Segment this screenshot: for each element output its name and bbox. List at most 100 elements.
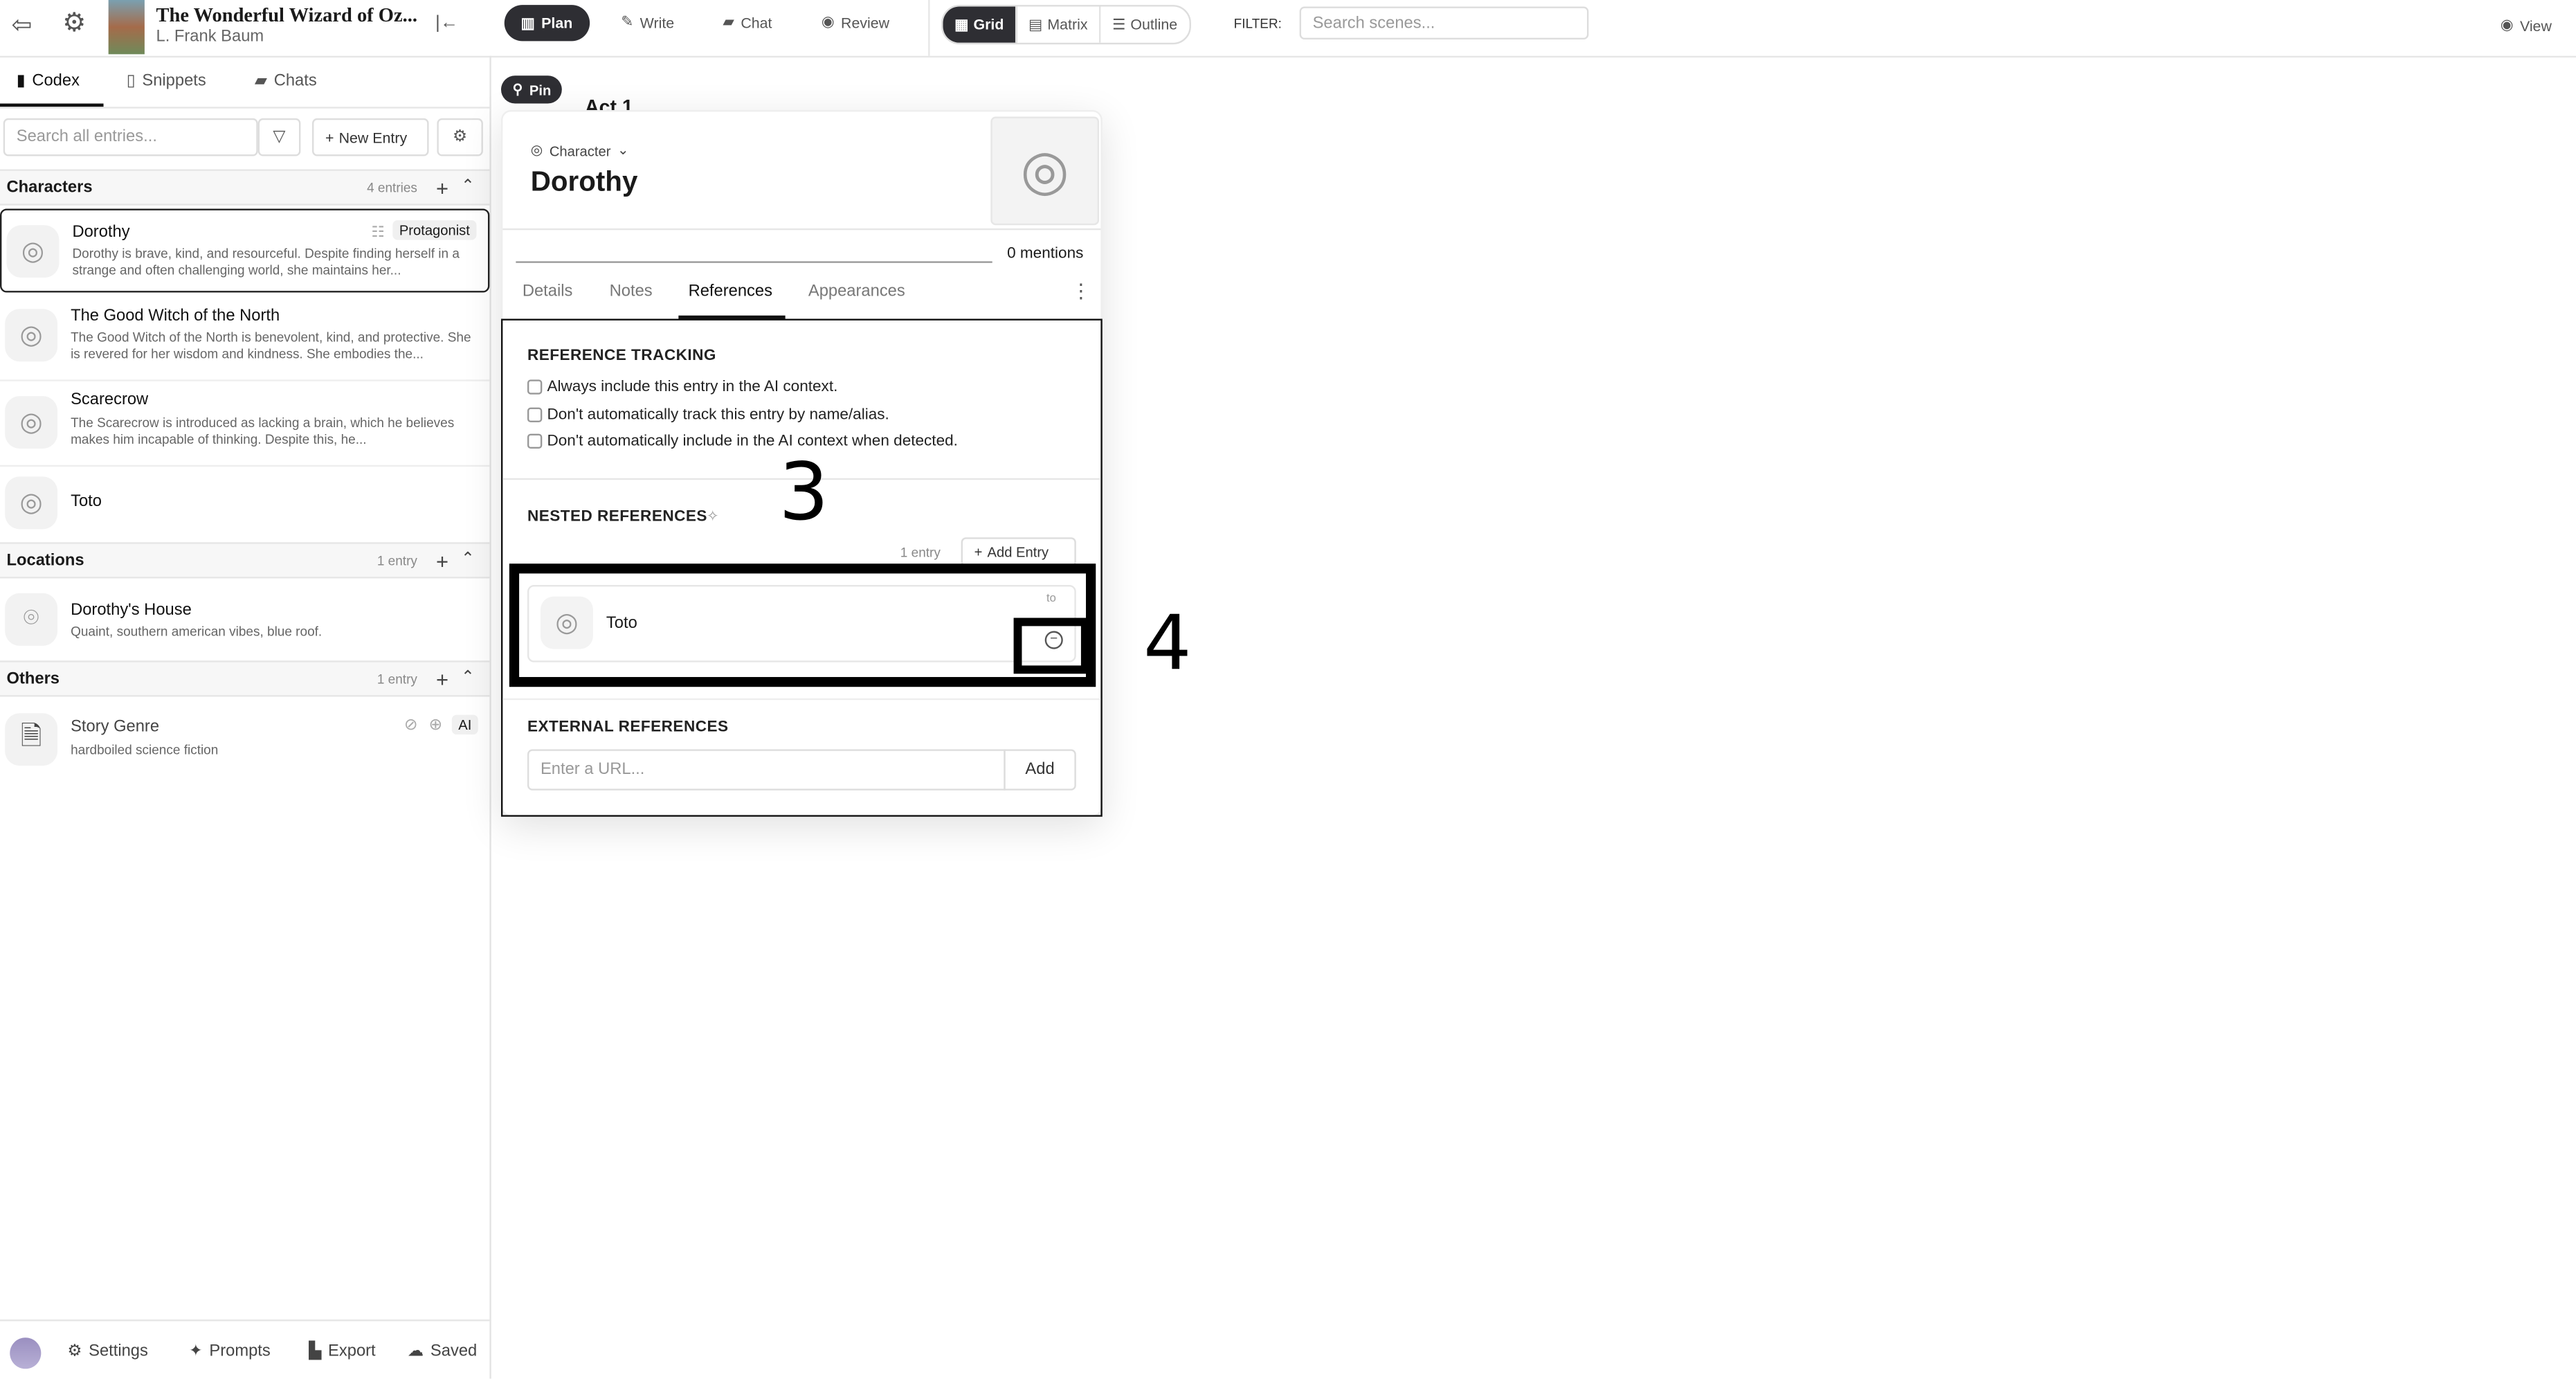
view-label: View — [2519, 17, 2552, 34]
view-button[interactable]: ◉ View — [2501, 17, 2552, 35]
entry-description: Dorothy is brave, kind, and resourceful.… — [72, 246, 460, 278]
tab-codex[interactable]: ▮ Codex — [17, 72, 80, 90]
annotation-label-3: 3 — [779, 447, 829, 539]
chevron-up-icon[interactable]: ⌃ — [461, 550, 475, 568]
checkbox-label: Always include this entry in the AI cont… — [547, 377, 838, 397]
book-title: The Wonderful Wizard of Oz... — [156, 3, 417, 26]
pin-button[interactable]: ⚲ Pin — [500, 75, 563, 104]
view-outline[interactable]: ☰ Outline — [1101, 6, 1189, 42]
filter-button[interactable]: ▽ — [257, 118, 301, 156]
person-circle-icon: ◎ — [530, 141, 543, 158]
checkbox[interactable] — [527, 433, 543, 449]
chevron-down-icon: ⌄ — [617, 141, 629, 158]
character-avatar-icon: ◎ — [5, 309, 58, 362]
entry-title[interactable]: Dorothy — [531, 166, 638, 199]
entry-tag: Protagonist — [392, 220, 477, 240]
checkbox-label: Don't automatically track this entry by … — [547, 406, 889, 424]
pin-label: Pin — [529, 81, 552, 98]
entry-type-dropdown[interactable]: ◎ Character ⌄ — [531, 141, 629, 159]
back-icon[interactable]: ⇦ — [12, 13, 33, 38]
more-options-icon[interactable]: ⋮ — [1071, 280, 1091, 303]
add-entry-button[interactable]: + Add Entry — [961, 537, 1076, 567]
list-item[interactable]: ◎ Toto — [0, 467, 489, 542]
checkbox[interactable] — [527, 407, 543, 423]
view-grid[interactable]: ▦ Grid — [943, 6, 1017, 43]
saved-label: Saved — [430, 1342, 478, 1361]
add-icon[interactable]: + — [436, 176, 448, 201]
add-url-button[interactable]: Add — [1004, 749, 1076, 791]
plan-icon: ▥ — [520, 14, 535, 30]
saved-status: ☁ Saved — [408, 1342, 478, 1360]
gear-icon[interactable]: ⚙ — [62, 10, 86, 38]
add-icon[interactable]: + — [436, 549, 448, 574]
settings-button[interactable]: ⚙ Settings — [67, 1342, 148, 1360]
add-icon[interactable]: + — [436, 667, 448, 692]
section-others[interactable]: Others 1 entry + ⌃ — [0, 660, 490, 697]
checkbox-always-include[interactable]: Always include this entry in the AI cont… — [527, 378, 837, 396]
location-pin-icon: ⌾ — [5, 593, 58, 646]
collapse-sidebar-icon[interactable]: |← — [435, 14, 458, 33]
tab-appearances[interactable]: Appearances — [808, 282, 905, 300]
chevron-up-icon[interactable]: ⌃ — [461, 177, 475, 195]
list-item[interactable]: 🗎 Story Genre hardboiled science fiction… — [0, 696, 489, 775]
user-avatar[interactable] — [10, 1337, 42, 1369]
entry-image-placeholder[interactable]: ◎ — [990, 116, 1100, 226]
plus-icon: + — [325, 129, 334, 146]
prompts-button[interactable]: ✦ Prompts — [189, 1342, 271, 1360]
checkbox-dont-track[interactable]: Don't automatically track this entry by … — [527, 406, 889, 424]
entry-name: The Good Witch of the North — [71, 307, 280, 325]
entry-name: Dorothy — [72, 223, 130, 242]
checkbox[interactable] — [527, 379, 543, 395]
section-title: Characters — [6, 179, 93, 197]
list-item[interactable]: ◎ Scarecrow The Scarecrow is introduced … — [0, 381, 490, 467]
view-matrix-label: Matrix — [1047, 16, 1088, 33]
export-button[interactable]: ▙ Export — [309, 1342, 375, 1360]
codex-settings-button[interactable]: ⚙ — [437, 118, 483, 156]
tab-codex-label: Codex — [32, 72, 80, 91]
tab-references[interactable]: References — [689, 282, 772, 300]
nav-review-label: Review — [841, 14, 890, 30]
grid-icon: ▦ — [954, 15, 969, 33]
sparkle-icon[interactable]: ✧ — [707, 507, 719, 525]
entry-description: The Scarecrow is introduced as lacking a… — [71, 415, 455, 447]
nav-chat[interactable]: ▰ Chat — [723, 13, 772, 31]
eye-off-icon: ⊘ — [403, 716, 418, 735]
document-icon: 🗎 — [5, 713, 58, 766]
section-locations[interactable]: Locations 1 entry + ⌃ — [0, 542, 490, 579]
entry-description: Quaint, southern american vibes, blue ro… — [71, 624, 323, 640]
tab-snippets[interactable]: ▯ Snippets — [127, 72, 206, 90]
nav-plan[interactable]: ▥ Plan — [504, 5, 590, 42]
entry-name: Dorothy's House — [71, 601, 192, 620]
list-item[interactable]: ◎ The Good Witch of the North The Good W… — [0, 296, 490, 381]
matrix-icon: ▤ — [1028, 15, 1043, 33]
cloud-check-icon: ☁ — [407, 1342, 424, 1361]
tab-chats-label: Chats — [273, 72, 317, 91]
scene-search-input[interactable]: Search scenes... — [1299, 6, 1589, 39]
tab-notes[interactable]: Notes — [610, 282, 653, 300]
chevron-up-icon[interactable]: ⌃ — [461, 669, 475, 687]
top-bar: ⇦ ⚙ The Wonderful Wizard of Oz... L. Fra… — [0, 0, 2576, 58]
chat-icon: ▰ — [723, 12, 734, 30]
tab-snippets-label: Snippets — [142, 72, 206, 91]
nav-write[interactable]: ✎ Write — [621, 13, 674, 31]
tab-chats[interactable]: ▰ Chats — [255, 72, 317, 90]
codex-search-input[interactable]: Search all entries... — [3, 118, 258, 156]
book-cover — [108, 0, 145, 55]
checkbox-dont-include[interactable]: Don't automatically include in the AI co… — [527, 432, 958, 450]
list-item[interactable]: ⌾ Dorothy's House Quaint, southern ameri… — [0, 579, 489, 661]
section-characters[interactable]: Characters 4 entries + ⌃ — [0, 169, 490, 206]
entry-name: Story Genre — [71, 718, 160, 737]
character-avatar-icon: ◎ — [5, 396, 58, 449]
entry-description: The Good Witch of the North is benevolen… — [71, 330, 471, 362]
url-input[interactable]: Enter a URL... — [527, 749, 1006, 791]
section-count: 1 entry — [377, 672, 417, 687]
view-matrix[interactable]: ▤ Matrix — [1017, 6, 1101, 43]
book-author: L. Frank Baum — [156, 28, 264, 46]
list-item[interactable]: ◎ Dorothy ☷ Protagonist Dorothy is brave… — [0, 208, 490, 293]
divider — [0, 1319, 490, 1322]
alias-input[interactable] — [516, 261, 992, 263]
tab-details[interactable]: Details — [523, 282, 573, 300]
nav-review[interactable]: ◉ Review — [822, 13, 889, 31]
new-entry-button[interactable]: + New Entry — [312, 118, 429, 156]
annotation-box-3 — [509, 564, 1096, 687]
